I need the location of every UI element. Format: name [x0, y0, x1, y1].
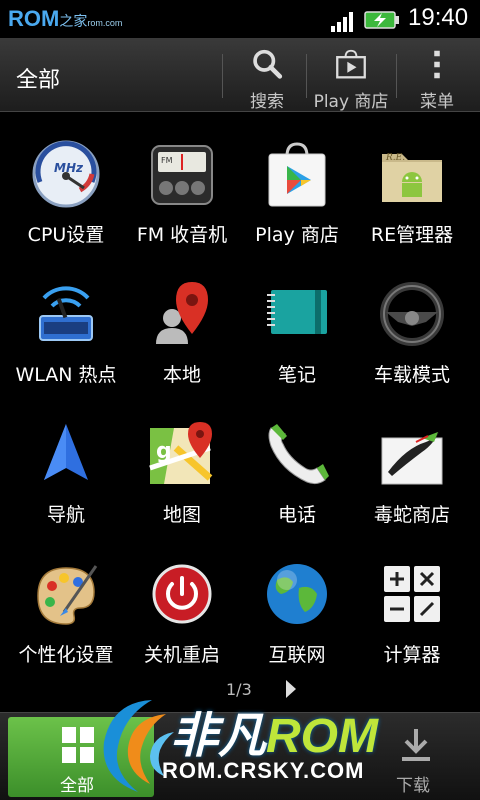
app-local[interactable]: 本地 — [122, 270, 242, 410]
app-label: WLAN 热点 — [15, 364, 117, 386]
app-label: RE管理器 — [370, 224, 454, 246]
app-car-mode[interactable]: 车载模式 — [352, 270, 472, 410]
app-label: 电话 — [277, 504, 316, 526]
globe-icon — [267, 564, 327, 624]
crsky-watermark: 非凡ROM ROM.CRSKY.COM — [92, 692, 412, 800]
calculator-icon — [384, 566, 440, 622]
app-label: CPU设置 — [27, 224, 105, 246]
app-label: 计算器 — [383, 644, 441, 666]
menu-button[interactable]: 菜单 — [410, 38, 464, 112]
app-label: 本地 — [162, 364, 201, 386]
svg-text:g: g — [156, 439, 172, 464]
power-icon — [152, 564, 212, 624]
watermark-title-cn: 非凡 — [170, 710, 267, 763]
app-label: 笔记 — [277, 364, 316, 386]
folder-android-icon: R.E. — [382, 153, 442, 202]
svg-text:R.E.: R.E. — [385, 153, 405, 163]
action-bar: 全部 搜索 Play 商店 菜单 — [0, 38, 480, 112]
app-play-store[interactable]: Play 商店 — [237, 130, 357, 270]
app-label: 车载模式 — [373, 364, 450, 386]
svg-text:FM: FM — [161, 156, 173, 165]
svg-text:MHz: MHz — [54, 161, 84, 175]
app-internet[interactable]: 互联网 — [237, 550, 357, 690]
signal-icon — [331, 12, 353, 32]
play-store-label: Play 商店 — [313, 92, 389, 112]
steering-wheel-icon — [380, 282, 444, 346]
app-notes[interactable]: 笔记 — [237, 270, 357, 410]
app-label: 毒蛇商店 — [373, 504, 450, 526]
app-label: 地图 — [162, 504, 201, 526]
app-fm-radio[interactable]: FM FM 收音机 — [122, 130, 242, 270]
app-label: FM 收音机 — [136, 224, 228, 246]
clock: 19:40 — [408, 4, 469, 31]
app-cpu-settings[interactable]: MHz CPU设置 — [6, 130, 126, 270]
maps-icon: g — [149, 422, 213, 484]
watermark-title-rom: ROM — [266, 710, 378, 763]
radio-icon: FM — [151, 145, 213, 205]
app-phone[interactable]: 电话 — [237, 410, 357, 550]
wifi-hotspot-icon — [39, 286, 93, 341]
menu-label: 菜单 — [420, 92, 454, 112]
notebook-icon — [267, 290, 327, 334]
app-navigation[interactable]: 导航 — [6, 410, 126, 550]
watermark-tiny-text: rom.com — [87, 18, 123, 28]
watermark-title: 非凡ROM — [170, 696, 378, 766]
app-wlan-hotspot[interactable]: WLAN 热点 — [6, 270, 126, 410]
app-maps[interactable]: g 地图 — [122, 410, 242, 550]
page-title: 全部 — [16, 68, 61, 93]
battery-charging-icon — [364, 11, 399, 29]
speedometer-icon: MHz — [32, 140, 100, 208]
overflow-menu-icon — [434, 50, 440, 79]
watermark-rom-text: ROM — [8, 6, 60, 31]
rom-home-watermark: ROM之家rom.com — [8, 6, 122, 32]
app-label: 关机重启 — [143, 644, 220, 666]
phone-icon — [268, 424, 329, 485]
app-re-manager[interactable]: R.E. RE管理器 — [352, 130, 472, 270]
app-label: 个性化设置 — [18, 644, 114, 666]
search-button[interactable]: 搜索 — [236, 38, 298, 112]
play-store-button[interactable]: Play 商店 — [312, 38, 390, 112]
app-viper-store[interactable]: 毒蛇商店 — [352, 410, 472, 550]
app-label: 互联网 — [268, 644, 326, 666]
watermark-url: ROM.CRSKY.COM — [162, 758, 365, 783]
status-bar: ROM之家rom.com 19:40 — [0, 0, 480, 38]
divider — [222, 54, 223, 98]
play-store-bag-icon — [336, 49, 366, 79]
watermark-sub-text: 之家 — [59, 13, 88, 29]
play-store-icon — [268, 142, 326, 207]
search-label: 搜索 — [250, 92, 284, 112]
app-label: 导航 — [46, 504, 85, 526]
all-apps-grid-icon — [62, 727, 94, 763]
palette-icon — [37, 565, 98, 625]
app-power-reboot[interactable]: 关机重启 — [122, 550, 242, 690]
navigation-arrow-icon — [44, 424, 88, 480]
search-icon — [253, 49, 283, 79]
app-calculator[interactable]: 计算器 — [352, 550, 472, 690]
map-pin-person-icon — [156, 282, 208, 344]
app-label: Play 商店 — [255, 224, 339, 246]
divider — [306, 54, 307, 98]
divider — [396, 54, 397, 98]
viper-store-icon — [381, 430, 443, 485]
tab-all-label: 全部 — [60, 776, 94, 796]
app-personalize[interactable]: 个性化设置 — [6, 550, 126, 690]
